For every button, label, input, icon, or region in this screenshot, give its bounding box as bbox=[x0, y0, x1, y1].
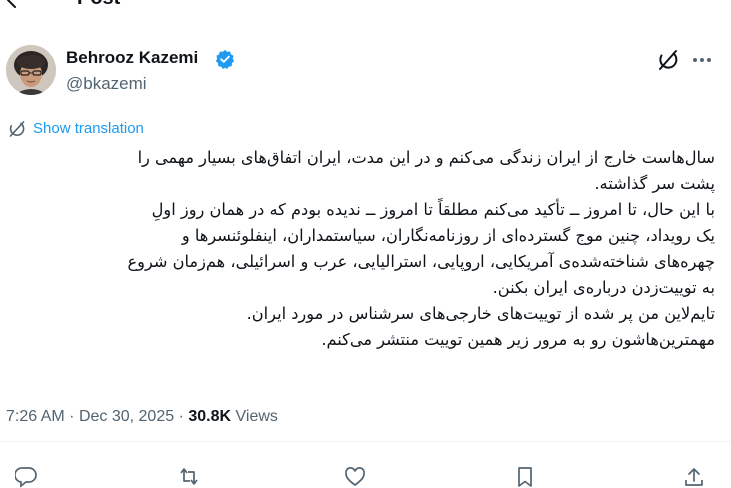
tweet-line: چهره‌های شناخته‌شده‌ی آمریکایی، اروپایی،… bbox=[127, 252, 715, 271]
meta-separator: · bbox=[69, 408, 79, 425]
author-handle[interactable]: @bkazemi bbox=[66, 74, 147, 94]
tweet-time[interactable]: 7:26 AM bbox=[6, 408, 65, 425]
translate-icon bbox=[9, 121, 25, 137]
tweet-meta: 7:26 AM · Dec 30, 2025 · 30.8K Views bbox=[6, 407, 278, 427]
views-count[interactable]: 30.8K bbox=[188, 408, 231, 425]
divider bbox=[0, 441, 731, 442]
like-icon[interactable] bbox=[344, 466, 366, 488]
author-name[interactable]: Behrooz Kazemi bbox=[66, 48, 198, 68]
page-title: Post bbox=[77, 0, 120, 10]
show-translation-label: Show translation bbox=[33, 120, 144, 137]
tweet-line: تایم‌لاین من پر شده از توییت‌های خارجی‌ه… bbox=[246, 304, 715, 323]
tweet-line: سال‌هاست خارج از ایران زندگی می‌کنم و در… bbox=[137, 148, 715, 167]
back-arrow-icon[interactable] bbox=[2, 0, 22, 10]
avatar-image bbox=[6, 45, 56, 95]
tweet-line: به توییت‌زدن درباره‌ی ایران بکنن. bbox=[492, 278, 715, 297]
tweet-date[interactable]: Dec 30, 2025 bbox=[79, 408, 174, 425]
tweet-line: با این حال، تا امروز ــ تأکید می‌کنم مطل… bbox=[151, 200, 715, 219]
verified-badge-icon bbox=[215, 49, 235, 69]
reply-icon[interactable] bbox=[15, 466, 37, 488]
avatar[interactable] bbox=[6, 45, 56, 95]
grok-icon[interactable] bbox=[656, 48, 680, 72]
bookmark-icon[interactable] bbox=[514, 466, 536, 488]
tweet-line: مهمترین‌هاشون رو به مرور زیر همین توییت … bbox=[321, 330, 715, 349]
tweet-line: پشت سر گذاشته. bbox=[594, 174, 715, 193]
tweet-line: یک رویداد، چنین موج گسترده‌ای از روزنامه… bbox=[181, 226, 715, 245]
meta-separator: · bbox=[178, 408, 189, 425]
top-bar: Post bbox=[0, 0, 731, 14]
repost-icon[interactable] bbox=[178, 466, 200, 488]
views-label: Views bbox=[235, 408, 278, 425]
more-dots-icon[interactable] bbox=[690, 48, 714, 72]
tweet-text: سال‌هاست خارج از ایران زندگی می‌کنم و در… bbox=[8, 145, 715, 353]
share-icon[interactable] bbox=[683, 466, 705, 488]
show-translation-button[interactable]: Show translation bbox=[8, 120, 144, 138]
